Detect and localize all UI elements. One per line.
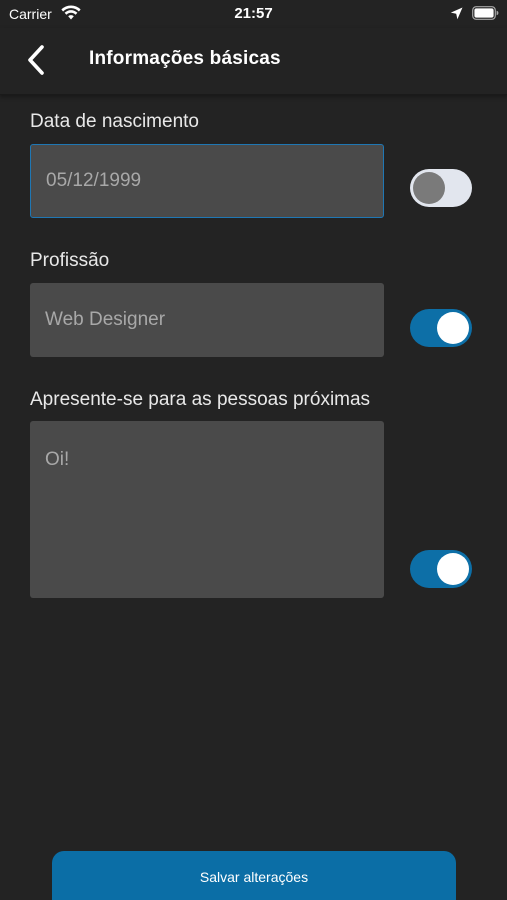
intro-visibility-toggle[interactable] <box>410 550 472 588</box>
profession-input[interactable]: Web Designer <box>30 283 384 357</box>
page-title: Informações básicas <box>89 48 281 69</box>
toggle-knob <box>437 553 469 585</box>
save-changes-button[interactable]: Salvar alterações <box>52 851 456 900</box>
status-time: 21:57 <box>234 5 273 22</box>
battery-icon <box>472 6 499 20</box>
toggle-knob <box>437 312 469 344</box>
intro-textarea[interactable]: Oi! <box>30 421 384 598</box>
birth-date-visibility-toggle[interactable] <box>410 169 472 207</box>
birth-date-input[interactable]: 05/12/1999 <box>30 144 384 218</box>
profession-label: Profissão <box>30 250 110 271</box>
profession-value: Web Designer <box>45 309 166 330</box>
navigation-bar: Informações básicas <box>0 28 507 95</box>
status-bar: Carrier 21:57 <box>0 0 507 28</box>
profession-visibility-toggle[interactable] <box>410 309 472 347</box>
location-icon <box>450 7 463 20</box>
intro-value: Oi! <box>45 449 70 470</box>
intro-label: Apresente-se para as pessoas próximas <box>30 389 371 410</box>
birth-date-label: Data de nascimento <box>30 111 199 132</box>
toggle-knob <box>413 172 445 204</box>
chevron-left-icon <box>28 45 44 75</box>
back-button[interactable] <box>18 42 54 78</box>
birth-date-value: 05/12/1999 <box>46 170 142 191</box>
